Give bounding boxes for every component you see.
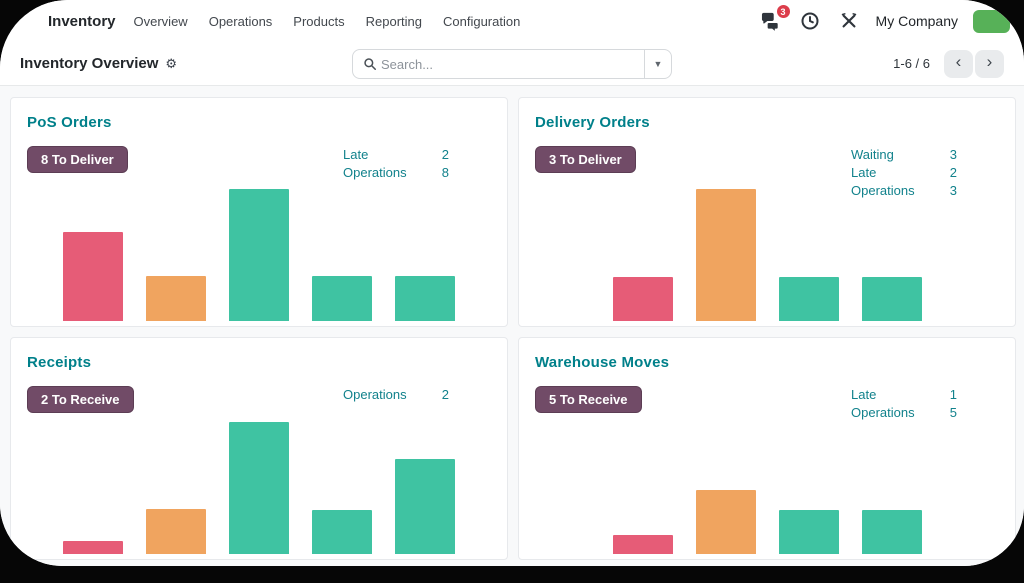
chart-bar[interactable] [229, 189, 289, 321]
chart-bar[interactable] [779, 277, 839, 321]
mini-bar-chart [519, 490, 1015, 554]
stat-label: Late [851, 164, 876, 182]
stat-label: Operations [343, 164, 407, 182]
stat-operations[interactable]: Operations 2 [343, 386, 449, 404]
chart-bar[interactable] [613, 535, 673, 554]
menu-item-overview[interactable]: Overview [134, 14, 188, 29]
to-deliver-button[interactable]: 8 To Deliver [27, 146, 128, 173]
chart-bar[interactable] [862, 277, 922, 321]
chart-bar[interactable] [395, 459, 455, 554]
search-dropdown-toggle[interactable]: ▼ [644, 50, 671, 78]
stat-value: 3 [950, 146, 957, 164]
to-receive-button[interactable]: 5 To Receive [535, 386, 642, 413]
pager: 1-6 / 6 ‹ › [893, 50, 1004, 78]
company-switcher[interactable]: My Company [876, 13, 958, 29]
card-title[interactable]: Warehouse Moves [535, 354, 999, 371]
dashboard-content: PoS Orders 8 To Deliver Late 2 Operation… [0, 86, 1024, 566]
main-menu: Overview Operations Products Reporting C… [134, 14, 521, 29]
chart-bar[interactable] [146, 509, 206, 554]
stat-value: 2 [442, 386, 449, 404]
stat-operations[interactable]: Operations 8 [343, 164, 449, 182]
to-deliver-button[interactable]: 3 To Deliver [535, 146, 636, 173]
search-icon [353, 57, 381, 71]
stat-late[interactable]: Late 2 [851, 164, 957, 182]
search-box: ▼ [352, 49, 672, 79]
app-menu-inventory[interactable]: Inventory [48, 13, 116, 30]
card-title[interactable]: PoS Orders [27, 114, 491, 131]
card-stats: Operations 2 [343, 386, 449, 404]
chart-bar[interactable] [312, 276, 372, 321]
stat-label: Waiting [851, 146, 894, 164]
card-pos-orders: PoS Orders 8 To Deliver Late 2 Operation… [10, 97, 508, 327]
gear-icon[interactable]: ⚙ [165, 57, 177, 70]
activities-clock-icon[interactable] [798, 9, 822, 33]
menu-item-operations[interactable]: Operations [209, 14, 273, 29]
stat-operations[interactable]: Operations 5 [851, 404, 957, 422]
card-stats: Late 1 Operations 5 [851, 386, 957, 422]
to-receive-button[interactable]: 2 To Receive [27, 386, 134, 413]
chevron-right-icon: › [987, 52, 993, 72]
card-stats: Late 2 Operations 8 [343, 146, 449, 182]
stat-label: Late [851, 386, 876, 404]
top-navbar: Inventory Overview Operations Products R… [0, 0, 1024, 42]
stat-label: Late [343, 146, 368, 164]
caret-down-icon: ▼ [654, 59, 663, 69]
chart-bar[interactable] [395, 276, 455, 321]
chart-bar[interactable] [696, 490, 756, 554]
card-warehouse-moves: Warehouse Moves 5 To Receive Late 1 Oper… [518, 337, 1016, 560]
chart-bar[interactable] [779, 510, 839, 554]
card-action-row: 5 To Receive Late 1 Operations 5 [535, 386, 999, 422]
card-action-row: 8 To Deliver Late 2 Operations 8 [27, 146, 491, 182]
mini-bar-chart [11, 189, 507, 321]
chart-bar[interactable] [229, 422, 289, 554]
clock-glyph [800, 11, 820, 31]
crossed-tools-glyph [839, 11, 859, 31]
card-action-row: 2 To Receive Operations 2 [27, 386, 491, 413]
menu-item-products[interactable]: Products [293, 14, 344, 29]
pager-range: 1-6 / 6 [893, 56, 930, 71]
stat-label: Operations [343, 386, 407, 404]
control-panel: Inventory Overview ⚙ ▼ 1-6 / 6 ‹ › [0, 42, 1024, 86]
stat-value: 2 [950, 164, 957, 182]
app-window: Inventory Overview Operations Products R… [0, 0, 1024, 566]
chart-bar[interactable] [696, 189, 756, 321]
user-avatar[interactable] [973, 10, 1010, 33]
chevron-left-icon: ‹ [956, 52, 962, 72]
stat-late[interactable]: Late 2 [343, 146, 449, 164]
chart-bar[interactable] [146, 276, 206, 321]
page-title: Inventory Overview [20, 55, 158, 72]
breadcrumb: Inventory Overview ⚙ [20, 55, 177, 72]
tools-icon[interactable] [837, 9, 861, 33]
card-delivery-orders: Delivery Orders 3 To Deliver Waiting 3 L… [518, 97, 1016, 327]
card-title[interactable]: Delivery Orders [535, 114, 999, 131]
menu-item-reporting[interactable]: Reporting [366, 14, 422, 29]
dashboard-grid: PoS Orders 8 To Deliver Late 2 Operation… [10, 97, 1016, 560]
stat-value: 2 [442, 146, 449, 164]
navbar-systray: 3 My Company [759, 9, 1010, 33]
stat-late[interactable]: Late 1 [851, 386, 957, 404]
stat-value: 1 [950, 386, 957, 404]
mini-bar-chart [11, 422, 507, 554]
stat-label: Operations [851, 404, 915, 422]
chart-bar[interactable] [312, 510, 372, 554]
stat-waiting[interactable]: Waiting 3 [851, 146, 957, 164]
search-input[interactable] [381, 57, 644, 72]
menu-item-configuration[interactable]: Configuration [443, 14, 520, 29]
pager-next-button[interactable]: › [975, 50, 1004, 78]
chart-bar[interactable] [862, 510, 922, 554]
chart-bar[interactable] [63, 541, 123, 554]
messages-count-badge: 3 [776, 4, 791, 19]
card-receipts: Receipts 2 To Receive Operations 2 [10, 337, 508, 560]
stat-value: 8 [442, 164, 449, 182]
mini-bar-chart [519, 189, 1015, 321]
messages-icon[interactable]: 3 [759, 9, 783, 33]
card-title[interactable]: Receipts [27, 354, 491, 371]
chart-bar[interactable] [63, 232, 123, 321]
pager-previous-button[interactable]: ‹ [944, 50, 973, 78]
chart-bar[interactable] [613, 277, 673, 321]
stat-value: 5 [950, 404, 957, 422]
